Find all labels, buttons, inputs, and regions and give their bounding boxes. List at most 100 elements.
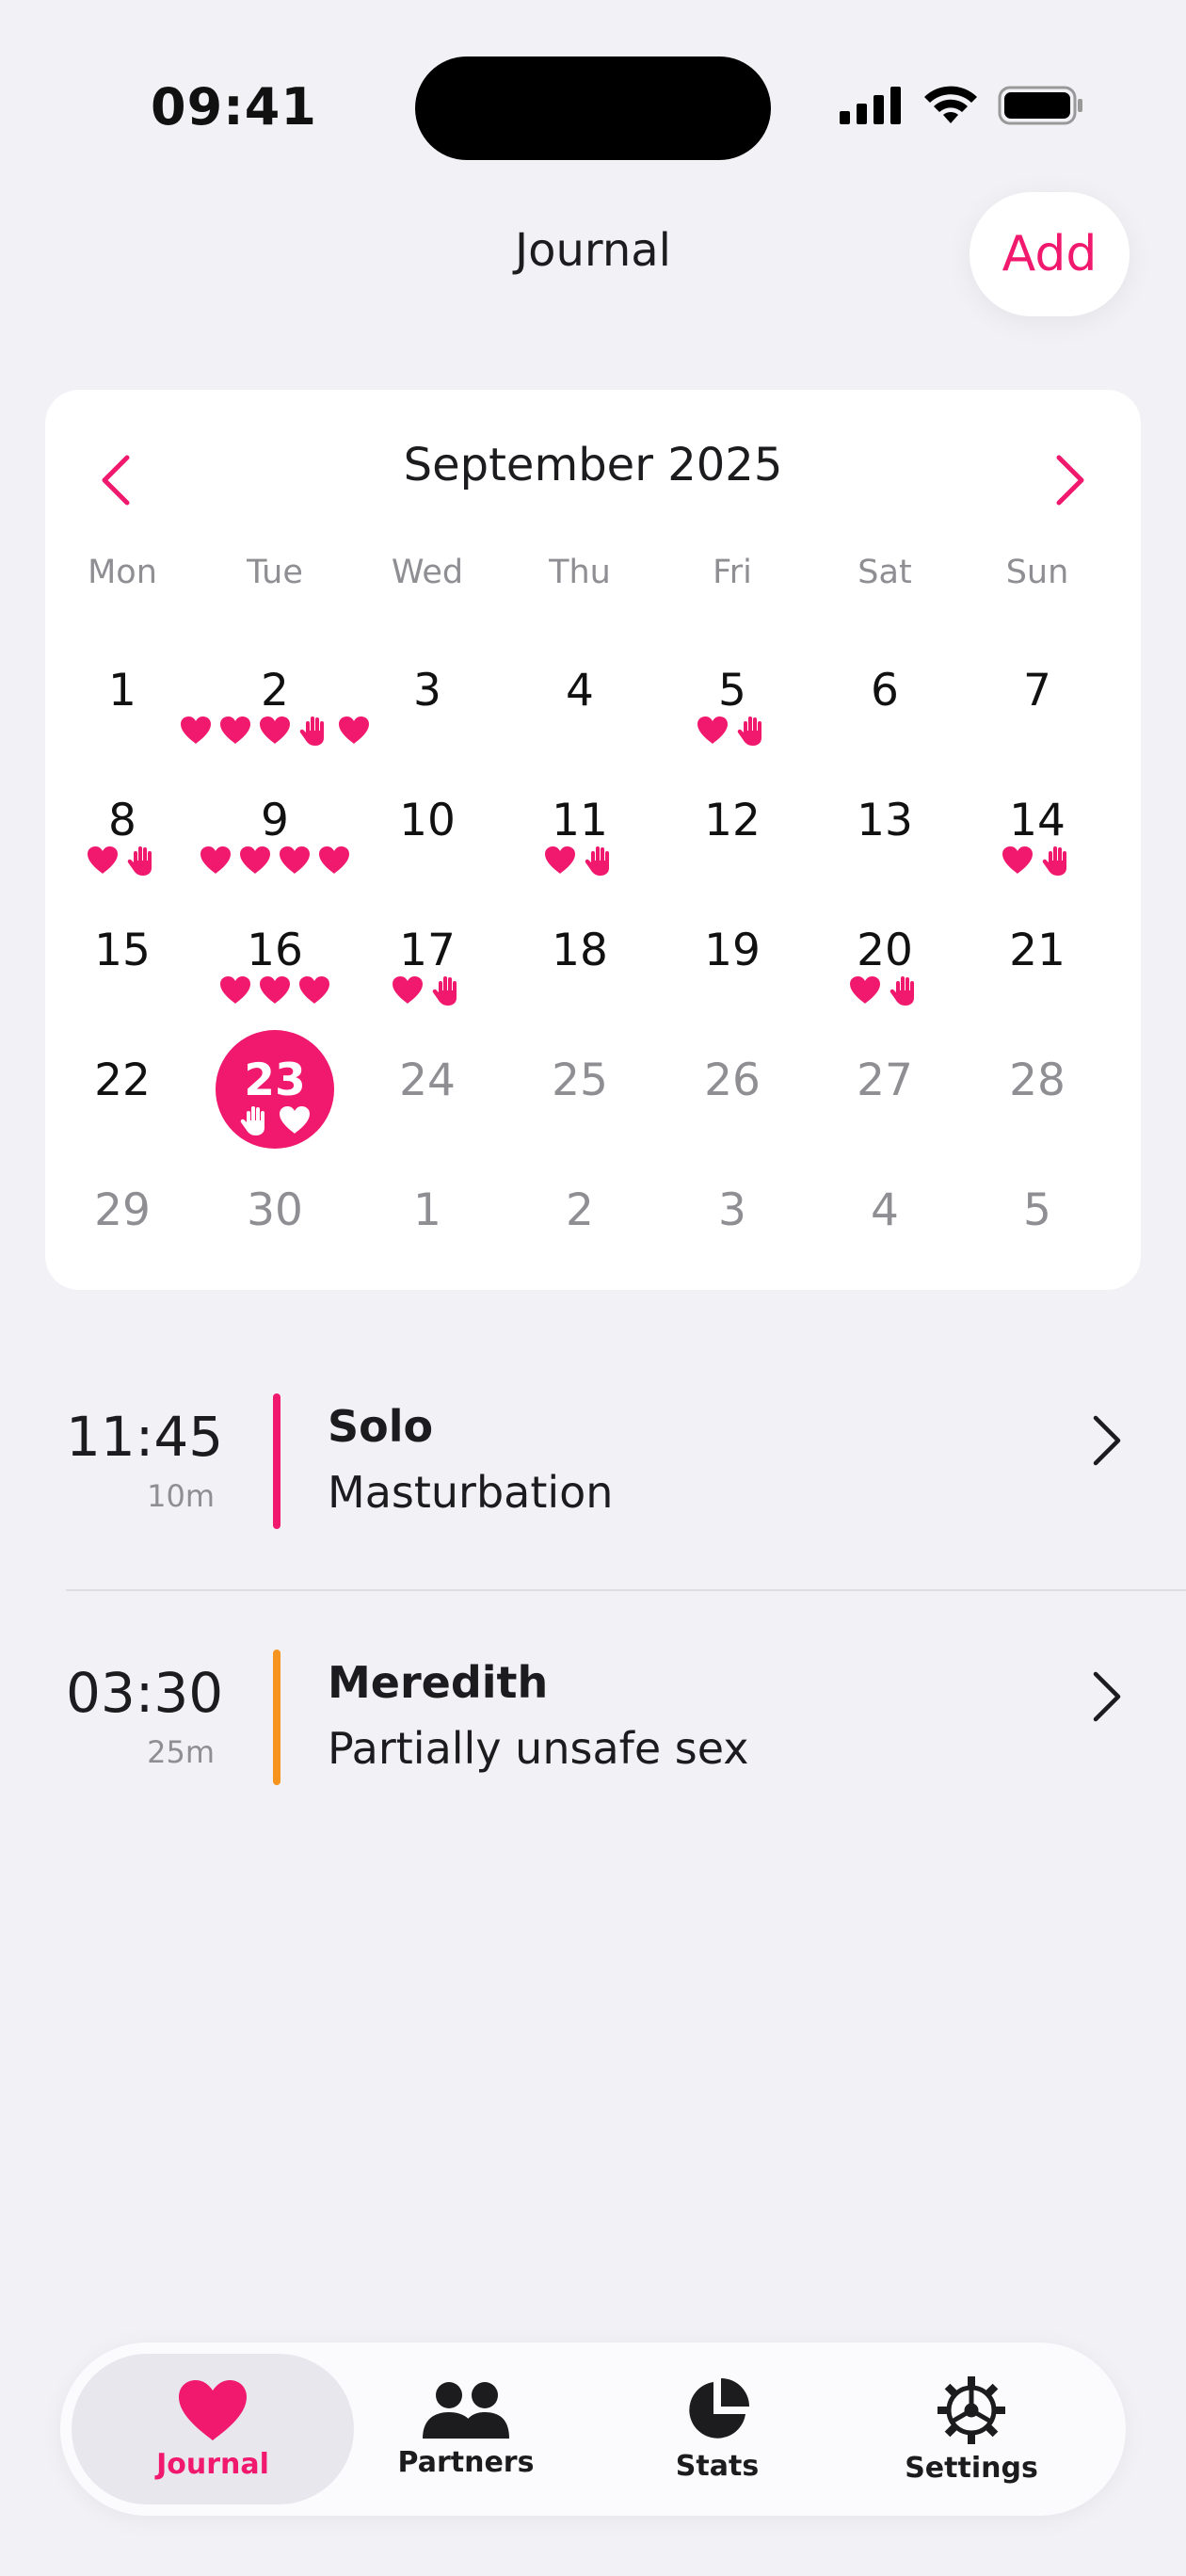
- day-activity-icons: [199, 844, 351, 877]
- heart-icon: [319, 846, 349, 874]
- hand-icon: [432, 976, 457, 1006]
- dynamic-island: [415, 56, 771, 160]
- day-activity-icons: [179, 714, 371, 748]
- calendar-day[interactable]: 18: [504, 919, 656, 1041]
- calendar-day[interactable]: 20: [809, 919, 961, 1041]
- battery-icon: [998, 86, 1082, 125]
- calendar-day[interactable]: 22: [46, 1049, 199, 1171]
- calendar-day[interactable]: 17: [351, 919, 504, 1041]
- day-activity-icons: [848, 974, 922, 1007]
- calendar-day[interactable]: 10: [351, 789, 504, 911]
- calendar-day[interactable]: 5: [656, 659, 809, 781]
- weekday-label: Mon: [88, 554, 157, 591]
- day-number: 26: [704, 1055, 761, 1106]
- weekday-label: Sat: [857, 554, 912, 591]
- day-number: 27: [857, 1055, 913, 1106]
- entry-partner-name: Solo: [328, 1401, 434, 1452]
- entry-duration: 25m: [147, 1734, 215, 1770]
- entry-color-bar: [273, 1393, 280, 1529]
- calendar-day[interactable]: 7: [961, 659, 1114, 781]
- heart-icon: [260, 976, 290, 1004]
- chevron-right-icon: [1056, 455, 1084, 506]
- tab-partners[interactable]: Partners: [325, 2354, 607, 2504]
- calendar-day[interactable]: 4: [809, 1179, 961, 1301]
- heart-icon: [88, 846, 118, 874]
- calendar-day[interactable]: 8: [46, 789, 199, 911]
- heart-icon: [240, 846, 270, 874]
- next-month-button[interactable]: [1043, 437, 1099, 523]
- calendar-day[interactable]: 2: [504, 1179, 656, 1301]
- calendar-day[interactable]: 6: [809, 659, 961, 781]
- hand-icon: [299, 716, 324, 746]
- calendar-day[interactable]: 3: [351, 659, 504, 781]
- day-number: 30: [247, 1184, 303, 1236]
- calendar-day[interactable]: 24: [351, 1049, 504, 1171]
- day-number: 28: [1009, 1055, 1066, 1106]
- heart-icon: [181, 716, 211, 744]
- day-number: 12: [704, 795, 761, 846]
- weekday-label: Sun: [1005, 554, 1069, 591]
- calendar-day[interactable]: 11: [504, 789, 656, 911]
- entry-time: 03:30: [66, 1661, 224, 1725]
- day-activity-icons: [696, 714, 769, 748]
- tab-label: Journal: [156, 2447, 269, 2481]
- calendar-day[interactable]: 12: [656, 789, 809, 911]
- day-number: 21: [1009, 925, 1066, 976]
- day-activity-icons: [1001, 844, 1074, 877]
- day-number: 4: [566, 665, 594, 716]
- day-number: 4: [871, 1184, 899, 1236]
- day-number: 18: [552, 925, 608, 976]
- hand-icon: [737, 716, 761, 746]
- day-number: 15: [94, 925, 151, 976]
- tab-journal[interactable]: Journal: [72, 2354, 354, 2504]
- day-number: 1: [108, 665, 136, 716]
- hand-icon: [585, 846, 609, 876]
- hand-icon: [127, 846, 152, 876]
- heart-icon: [393, 976, 423, 1004]
- calendar-day[interactable]: 1: [351, 1179, 504, 1301]
- heart-icon: [850, 976, 880, 1004]
- tab-bar: Journal Partners Stats Settings: [60, 2343, 1126, 2516]
- calendar-day[interactable]: 4: [504, 659, 656, 781]
- calendar-day[interactable]: 15: [46, 919, 199, 1041]
- calendar-day[interactable]: 1: [46, 659, 199, 781]
- tab-settings[interactable]: Settings: [830, 2354, 1113, 2504]
- calendar-day[interactable]: 19: [656, 919, 809, 1041]
- day-number: 5: [1023, 1184, 1051, 1236]
- divider: [66, 1589, 1186, 1591]
- journal-entry[interactable]: 03:30 25m Meredith Partially unsafe sex: [66, 1650, 1186, 1791]
- day-activity-icons: [238, 1103, 312, 1137]
- entry-color-bar: [273, 1650, 280, 1785]
- tab-label: Stats: [675, 2449, 760, 2483]
- day-number: 9: [261, 795, 289, 846]
- calendar-day[interactable]: 25: [504, 1049, 656, 1171]
- calendar-day[interactable]: 28: [961, 1049, 1114, 1171]
- wifi-icon: [924, 86, 977, 123]
- calendar-day[interactable]: 5: [961, 1179, 1114, 1301]
- calendar-day[interactable]: 14: [961, 789, 1114, 911]
- heart-icon: [220, 716, 250, 744]
- add-button[interactable]: Add: [970, 192, 1130, 316]
- calendar-day[interactable]: 29: [46, 1179, 199, 1301]
- calendar-day[interactable]: 13: [809, 789, 961, 911]
- calendar-day[interactable]: 30: [199, 1179, 351, 1301]
- gear-icon: [938, 2375, 1005, 2444]
- calendar-day[interactable]: 3: [656, 1179, 809, 1301]
- calendar-day[interactable]: 27: [809, 1049, 961, 1171]
- day-number: 3: [413, 665, 441, 716]
- heart-icon: [545, 846, 575, 874]
- calendar-day[interactable]: 9: [199, 789, 351, 911]
- tab-stats[interactable]: Stats: [576, 2354, 858, 2504]
- journal-entry[interactable]: 11:45 10m Solo Masturbation: [66, 1393, 1186, 1535]
- calendar-day[interactable]: 2: [181, 659, 369, 781]
- entry-description: Partially unsafe sex: [328, 1723, 749, 1774]
- calendar-day[interactable]: 21: [961, 919, 1114, 1041]
- entry-partner-name: Meredith: [328, 1657, 549, 1708]
- calendar-day[interactable]: 26: [656, 1049, 809, 1171]
- cellular-signal-icon: [840, 87, 901, 124]
- calendar-day-selected[interactable]: 23: [199, 1030, 351, 1171]
- entry-duration: 10m: [147, 1478, 215, 1514]
- day-number: 10: [399, 795, 456, 846]
- calendar-day[interactable]: 16: [199, 919, 351, 1041]
- heart-icon: [260, 716, 290, 744]
